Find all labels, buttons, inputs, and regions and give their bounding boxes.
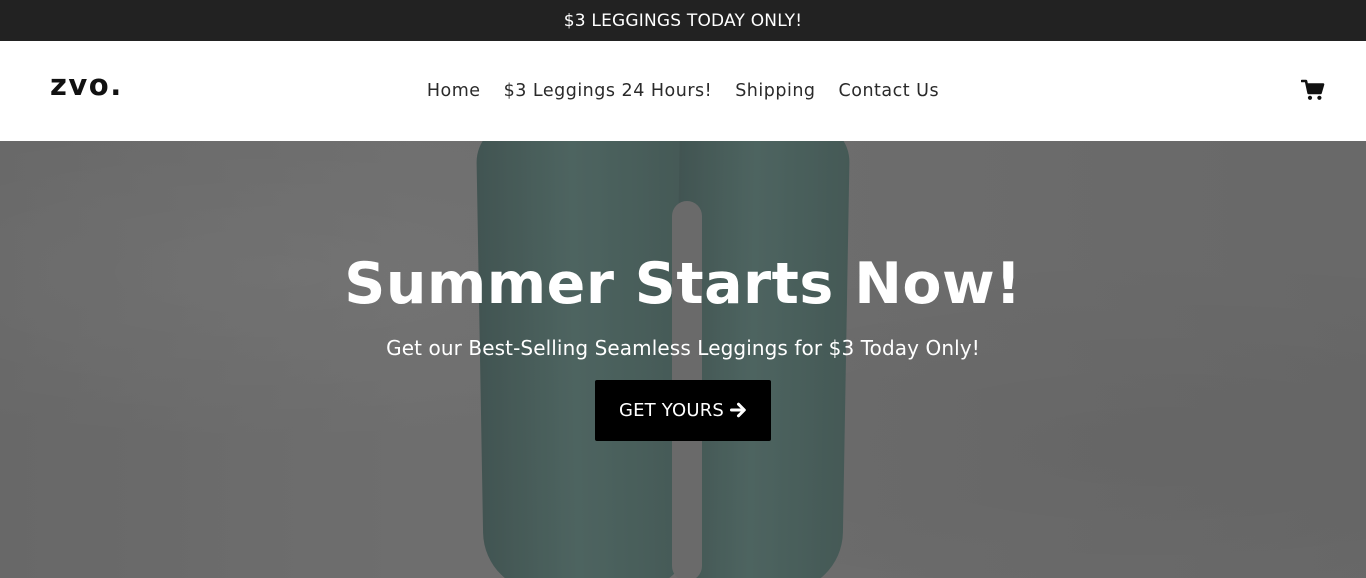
- announcement-link[interactable]: $3 LEGGINGS TODAY ONLY!: [564, 11, 802, 31]
- get-yours-label: GET YOURS: [618, 399, 725, 421]
- nav-leggings-24-hours[interactable]: $3 Leggings 24 Hours!: [504, 81, 713, 101]
- hero-title: Summer Starts Now!: [344, 251, 1022, 317]
- nav-contact-us[interactable]: Contact Us: [839, 81, 940, 101]
- cart-icon: [1301, 79, 1325, 100]
- hero-subtitle: Get our Best-Selling Seamless Leggings f…: [386, 335, 980, 360]
- site-header: zvo. Home $3 Leggings 24 Hours! Shipping…: [0, 41, 1366, 141]
- hero-content: Summer Starts Now! Get our Best-Selling …: [0, 253, 1366, 441]
- nav-home[interactable]: Home: [427, 81, 481, 101]
- hero-banner: Summer Starts Now! Get our Best-Selling …: [0, 141, 1366, 578]
- nav-shipping[interactable]: Shipping: [735, 81, 815, 101]
- main-nav: Home $3 Leggings 24 Hours! Shipping Cont…: [0, 41, 1366, 141]
- logo[interactable]: zvo.: [50, 71, 123, 100]
- arrow-right-icon: [730, 402, 747, 418]
- cart-button[interactable]: [1300, 77, 1326, 103]
- get-yours-button[interactable]: GET YOURS: [594, 379, 772, 441]
- announcement-bar: $3 LEGGINGS TODAY ONLY!: [0, 0, 1366, 41]
